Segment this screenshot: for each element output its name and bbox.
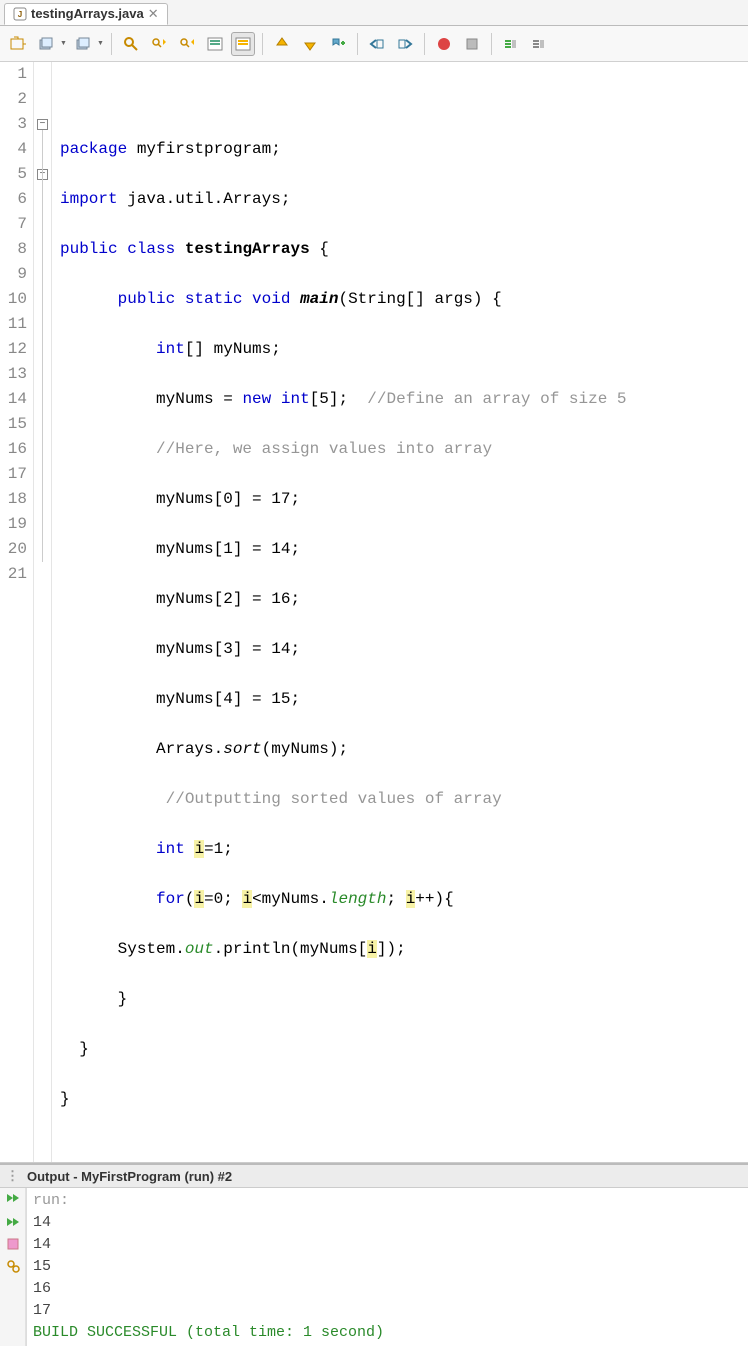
find-next-button[interactable] [175,32,199,56]
next-bookmark-button[interactable] [298,32,322,56]
code-line: myNums = new int[5]; //Define an array o… [60,387,627,412]
line-number: 2 [6,87,27,112]
settings-button[interactable] [3,1256,23,1276]
code-line: int[] myNums; [60,337,627,362]
line-number: 16 [6,437,27,462]
line-number: 5 [6,162,27,187]
line-number: 15 [6,412,27,437]
console-line: run: [33,1190,742,1212]
console-line: 17 [33,1300,742,1322]
find-prev-button[interactable] [147,32,171,56]
toolbar-separator [424,33,425,55]
history-fwd-button[interactable] [71,32,95,56]
code-line: package myfirstprogram; [60,137,627,162]
line-number: 18 [6,487,27,512]
console-line: 15 [33,1256,742,1278]
code-line: int i=1; [60,837,627,862]
code-line: } [60,1087,627,1112]
code-line: //Outputting sorted values of array [60,787,627,812]
code-line: System.out.println(myNums[i]); [60,937,627,962]
line-number: 10 [6,287,27,312]
code-line: Arrays.sort(myNums); [60,737,627,762]
line-number: 7 [6,212,27,237]
line-number: 13 [6,362,27,387]
fold-guide [42,130,43,562]
code-line: import java.util.Arrays; [60,187,627,212]
console-line: 16 [33,1278,742,1300]
line-number: 3 [6,112,27,137]
rerun-button[interactable] [3,1190,23,1210]
line-number: 20 [6,537,27,562]
line-number: 11 [6,312,27,337]
code-line: myNums[0] = 17; [60,487,627,512]
line-number: 21 [6,562,27,587]
output-panel: ⋮ Output - MyFirstProgram (run) #2 run: … [0,1163,748,1346]
line-number: 19 [6,512,27,537]
toolbar-separator [491,33,492,55]
line-number: 9 [6,262,27,287]
run-button[interactable] [3,1212,23,1232]
grip-icon: ⋮ [6,1168,21,1184]
prev-bookmark-button[interactable] [270,32,294,56]
close-tab-icon[interactable]: ✕ [148,6,159,22]
code-line: //Here, we assign values into array [60,437,627,462]
editor-toolbar: ▼ ▼ [0,26,748,62]
file-tab[interactable]: J testingArrays.java ✕ [4,3,168,25]
line-number: 1 [6,62,27,87]
output-title: Output - MyFirstProgram (run) #2 [27,1169,232,1184]
line-number: 4 [6,137,27,162]
dropdown-caret-icon[interactable]: ▼ [97,40,104,47]
line-number: 17 [6,462,27,487]
code-line: } [60,1037,627,1062]
code-line: myNums[2] = 16; [60,587,627,612]
find-button[interactable] [119,32,143,56]
code-line [60,87,627,112]
java-file-icon: J [13,7,27,21]
line-number: 14 [6,387,27,412]
line-number-gutter: 1 2 3 4 5 6 7 8 9 10 11 12 13 14 15 16 1… [0,62,34,1162]
stop-button[interactable] [3,1234,23,1254]
code-line: myNums[4] = 15; [60,687,627,712]
fold-column: − − [34,62,52,1162]
toolbar-separator [357,33,358,55]
toggle-highlight-active-button[interactable] [231,32,255,56]
svg-text:J: J [18,10,22,19]
history-back-button[interactable] [34,32,58,56]
source-button[interactable] [6,32,30,56]
console-line: 14 [33,1234,742,1256]
file-tab-label: testingArrays.java [31,6,144,21]
output-toolbar [0,1188,26,1346]
code-line: for(i=0; i<myNums.length; i++){ [60,887,627,912]
toolbar-separator [262,33,263,55]
macro-record-button[interactable] [432,32,456,56]
code-line: public static void main(String[] args) { [60,287,627,312]
code-line: myNums[3] = 14; [60,637,627,662]
macro-stop-button[interactable] [460,32,484,56]
console-line: 14 [33,1212,742,1234]
console-output[interactable]: run: 14 14 15 16 17 BUILD SUCCESSFUL (to… [26,1188,748,1346]
line-number: 6 [6,187,27,212]
console-build-status: BUILD SUCCESSFUL (total time: 1 second) [33,1322,742,1344]
comment-button[interactable] [499,32,523,56]
fold-toggle-icon[interactable]: − [37,119,48,130]
shift-right-button[interactable] [393,32,417,56]
code-editor[interactable]: 1 2 3 4 5 6 7 8 9 10 11 12 13 14 15 16 1… [0,62,748,1163]
dropdown-caret-icon[interactable]: ▼ [60,40,67,47]
line-number: 8 [6,237,27,262]
toggle-bookmark-button[interactable] [326,32,350,56]
shift-left-button[interactable] [365,32,389,56]
tab-bar: J testingArrays.java ✕ [0,0,748,26]
uncomment-button[interactable] [527,32,551,56]
code-line: myNums[1] = 14; [60,537,627,562]
code-area[interactable]: package myfirstprogram; import java.util… [52,62,627,1162]
code-line: } [60,987,627,1012]
toolbar-separator [111,33,112,55]
line-number: 12 [6,337,27,362]
code-line: public class testingArrays { [60,237,627,262]
toggle-highlight-button[interactable] [203,32,227,56]
output-header[interactable]: ⋮ Output - MyFirstProgram (run) #2 [0,1165,748,1188]
